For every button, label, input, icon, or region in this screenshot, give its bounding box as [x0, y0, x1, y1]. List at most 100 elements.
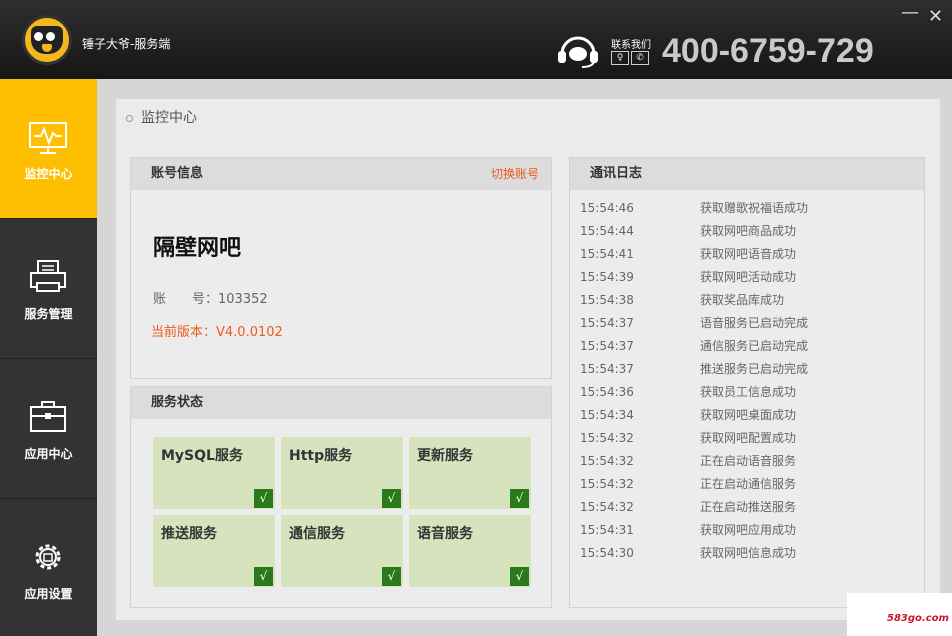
log-message: 获取网吧应用成功 [700, 523, 797, 537]
hotline-number: 400-6759-729 [662, 32, 874, 70]
log-message: 获取网吧商品成功 [700, 224, 797, 238]
sidebar-item-label: 应用中心 [24, 447, 73, 461]
panel-header: 服务状态 [131, 387, 551, 419]
switch-account-link[interactable]: 切换账号 [491, 158, 539, 190]
log-entry: 15:54:32 正在启动语音服务 [580, 450, 808, 473]
log-message: 推送服务已启动完成 [700, 362, 809, 376]
log-entry: 15:54:46 获取赠歌祝福语成功 [580, 197, 808, 220]
log-time: 15:54:32 [580, 477, 634, 491]
contact-icons: ♀ ✆ [611, 51, 649, 65]
log-time: 15:54:32 [580, 454, 634, 468]
service-name: Http服务 [289, 448, 353, 464]
log-entry: 15:54:37 语音服务已启动完成 [580, 312, 808, 335]
shop-name: 隔壁网吧 [153, 236, 242, 261]
app-logo [22, 15, 72, 65]
log-time: 15:54:37 [580, 339, 634, 353]
log-message: 语音服务已启动完成 [700, 316, 809, 330]
log-time: 15:54:37 [580, 362, 634, 376]
log-entry: 15:54:39 获取网吧活动成功 [580, 266, 808, 289]
log-message: 正在启动语音服务 [700, 454, 797, 468]
sidebar-item-label: 应用设置 [24, 587, 73, 601]
log-entry: 15:54:37 推送服务已启动完成 [580, 358, 808, 381]
service-tile-mysql[interactable]: MySQL服务 √ [153, 437, 275, 509]
log-entry: 15:54:34 获取网吧桌面成功 [580, 404, 808, 427]
check-icon: √ [510, 567, 529, 586]
log-time: 15:54:31 [580, 523, 634, 537]
check-icon: √ [382, 567, 401, 586]
log-entry: 15:54:32 正在启动通信服务 [580, 473, 808, 496]
service-tile-push[interactable]: 推送服务 √ [153, 515, 275, 587]
log-entry: 15:54:44 获取网吧商品成功 [580, 220, 808, 243]
log-time: 15:54:32 [580, 500, 634, 514]
log-message: 获取网吧配置成功 [700, 431, 797, 445]
sidebar: 监控中心 服务管理 应用中心 应用设置 [0, 79, 97, 636]
check-icon: √ [510, 489, 529, 508]
check-icon: √ [254, 489, 273, 508]
main-content: 监控中心 账号信息 切换账号 隔壁网吧 账 号：103352 当前版本：V4.0… [116, 99, 940, 620]
log-time: 15:54:36 [580, 385, 634, 399]
service-tile-update[interactable]: 更新服务 √ [409, 437, 531, 509]
service-name: MySQL服务 [161, 448, 243, 464]
app-title: 锤子大爷-服务端 [82, 37, 171, 51]
qq-icon[interactable]: ♀ [611, 51, 629, 65]
service-tile-voice[interactable]: 语音服务 √ [409, 515, 531, 587]
log-time: 15:54:46 [580, 201, 634, 215]
sidebar-item-apps[interactable]: 应用中心 [0, 359, 97, 499]
phone-icon[interactable]: ✆ [631, 51, 649, 65]
log-message: 正在启动通信服务 [700, 477, 797, 491]
log-entry: 15:54:31 获取网吧应用成功 [580, 519, 808, 542]
bullet-icon [126, 114, 133, 122]
log-entry: 15:54:30 获取网吧信息成功 [580, 542, 808, 565]
panel-title: 账号信息 [151, 166, 204, 181]
service-tile-comm[interactable]: 通信服务 √ [281, 515, 403, 587]
sidebar-item-settings[interactable]: 应用设置 [0, 499, 97, 636]
panel-header: 账号信息 切换账号 [131, 158, 551, 190]
panel-title: 服务状态 [151, 395, 204, 410]
log-message: 获取员工信息成功 [700, 385, 797, 399]
log-entry: 15:54:37 通信服务已启动完成 [580, 335, 808, 358]
check-icon: √ [254, 567, 273, 586]
log-time: 15:54:38 [580, 293, 634, 307]
log-time: 15:54:34 [580, 408, 634, 422]
monitor-icon [29, 122, 67, 154]
version-info: 当前版本：V4.0.0102 [151, 325, 283, 340]
headset-icon [558, 36, 598, 68]
service-status-panel: 服务状态 MySQL服务 √ Http服务 √ 更新服务 √ 推送服务 √ 通信… [130, 386, 552, 608]
service-name: 语音服务 [417, 526, 473, 542]
printer-icon [30, 260, 66, 292]
log-message: 获取奖品库成功 [700, 293, 785, 307]
sidebar-item-monitor[interactable]: 监控中心 [0, 79, 97, 219]
log-message: 正在启动推送服务 [700, 500, 797, 514]
close-button[interactable]: ✕ [928, 8, 943, 26]
panel-header: 通讯日志 [570, 158, 924, 190]
minimize-button[interactable]: — [901, 4, 919, 22]
service-name: 更新服务 [417, 448, 473, 464]
log-time: 15:54:39 [580, 270, 634, 284]
log-entry: 15:54:32 正在启动推送服务 [580, 496, 808, 519]
sidebar-item-service[interactable]: 服务管理 [0, 219, 97, 359]
panel-title: 通讯日志 [590, 166, 643, 181]
log-entry: 15:54:36 获取员工信息成功 [580, 381, 808, 404]
watermark: 583go.com [847, 593, 952, 636]
log-message: 获取网吧桌面成功 [700, 408, 797, 422]
service-tile-http[interactable]: Http服务 √ [281, 437, 403, 509]
watermark-text: 583go.com [887, 613, 949, 624]
log-message: 获取网吧信息成功 [700, 546, 797, 560]
log-time: 15:54:37 [580, 316, 634, 330]
log-message: 获取网吧活动成功 [700, 270, 797, 284]
comm-log-panel: 通讯日志 15:54:46 获取赠歌祝福语成功 15:54:44 获取网吧商品成功 … [569, 157, 925, 608]
log-time: 15:54:41 [580, 247, 634, 261]
log-message: 通信服务已启动完成 [700, 339, 809, 353]
service-grid: MySQL服务 √ Http服务 √ 更新服务 √ 推送服务 √ 通信服务 √ … [153, 437, 533, 587]
log-time: 15:54:44 [580, 224, 634, 238]
contact-label: 联系我们 [611, 40, 651, 51]
gear-icon [35, 544, 61, 570]
account-number: 账 号：103352 [153, 292, 268, 307]
log-entry: 15:54:32 获取网吧配置成功 [580, 427, 808, 450]
account-panel: 账号信息 切换账号 隔壁网吧 账 号：103352 当前版本：V4.0.0102 [130, 157, 552, 379]
sidebar-item-label: 监控中心 [24, 167, 73, 181]
title-bar: 锤子大爷-服务端 联系我们 ♀ ✆ 400-6759-729 — ✕ [0, 0, 952, 79]
breadcrumb-label: 监控中心 [141, 110, 197, 126]
check-icon: √ [382, 489, 401, 508]
service-name: 推送服务 [161, 526, 217, 542]
